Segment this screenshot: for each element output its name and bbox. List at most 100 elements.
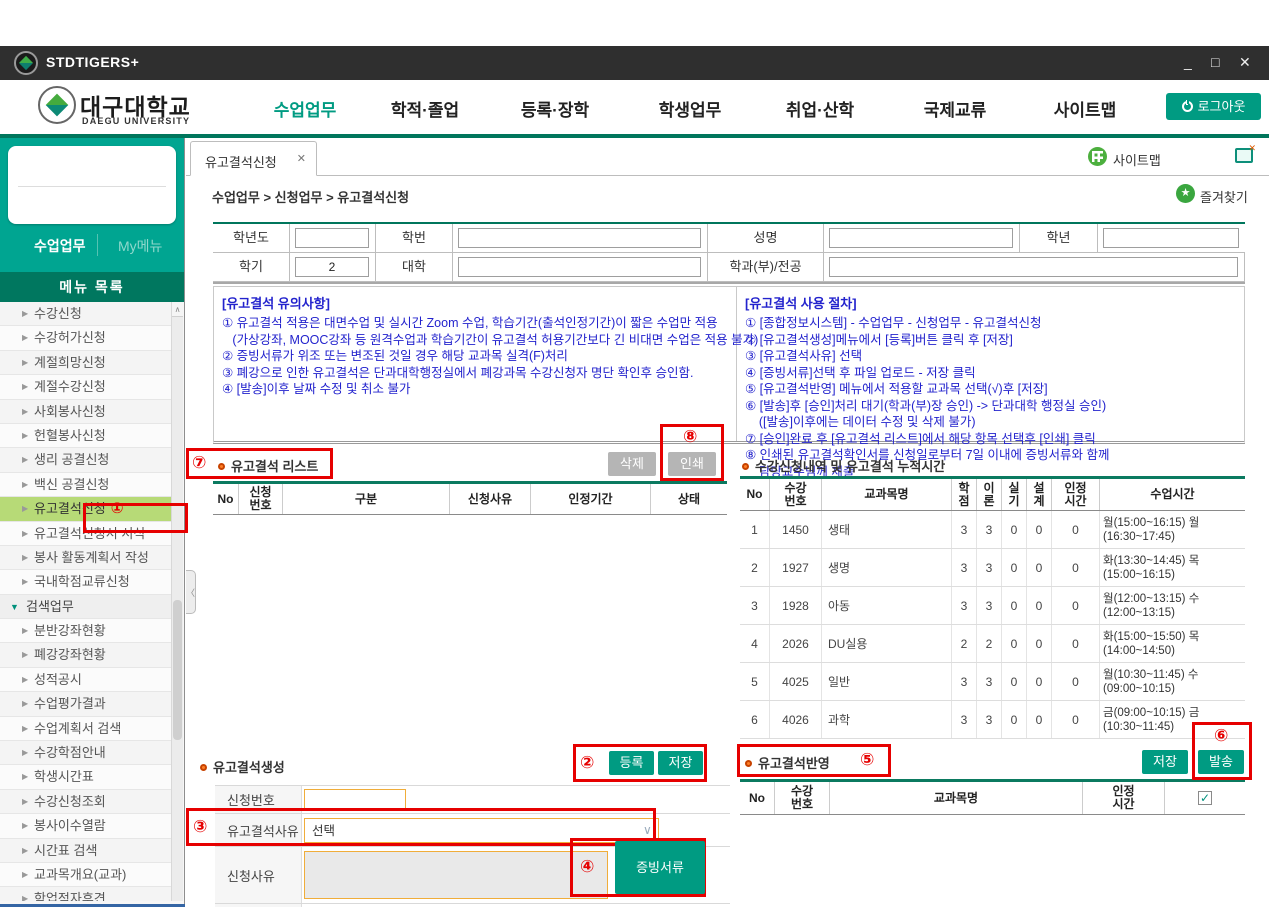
sidebar-item[interactable]: ▶유고결석신청서 서식 <box>0 522 172 546</box>
select-all-checkbox[interactable]: ✓ <box>1198 791 1212 805</box>
menu-list-header: 메뉴 목록 <box>0 272 184 302</box>
table-row[interactable]: 31928 아동 33 00 0월(12:00~13:15) 수(12:00~1… <box>740 587 1245 625</box>
sidebar-item[interactable]: ▶폐강강좌현황 <box>0 643 172 667</box>
delete-button[interactable]: 삭제 <box>608 452 656 476</box>
tab-absence-application[interactable]: 유고결석신청 ✕ <box>190 141 317 176</box>
university-logo-icon <box>38 86 76 124</box>
reflection-save-button[interactable]: 저장 <box>1142 750 1188 774</box>
annotation-5: ⑤ <box>860 750 874 770</box>
table-row[interactable]: 11450 생태 33 00 0월(15:00~16:15) 월(16:30~1… <box>740 511 1245 549</box>
arrow-icon: ▶ <box>22 326 28 350</box>
request-no-field[interactable] <box>304 789 406 810</box>
reason-type-select[interactable]: 선택 <box>304 818 659 843</box>
college-field[interactable] <box>458 257 701 277</box>
sidebar-item[interactable]: ▶수업평가결과 <box>0 692 172 716</box>
column-header: 상태 <box>651 484 727 514</box>
close-all-tabs-icon[interactable] <box>1235 148 1253 163</box>
notice-panels: [유고결석 유의사항] ① 유고결석 적용은 대면수업 및 실시간 Zoom 수… <box>213 286 1245 444</box>
logout-button[interactable]: 로그아웃 <box>1166 93 1261 120</box>
nav-records[interactable]: 학적·졸업 <box>365 96 485 121</box>
send-button[interactable]: 발송 <box>1198 750 1244 774</box>
arrow-icon: ▶ <box>22 400 28 424</box>
sidebar-tab-classes[interactable]: 수업업무 <box>34 236 86 256</box>
sidebar-item[interactable]: ▶수강학점안내 <box>0 741 172 765</box>
nav-sitemap[interactable]: 사이트맵 <box>1025 96 1145 121</box>
power-icon <box>1182 101 1193 112</box>
sidebar-item[interactable]: ▶봉사이수열람 <box>0 814 172 838</box>
sidebar-item[interactable]: ▶시간표 검색 <box>0 839 172 863</box>
attachment-button[interactable]: 증빙서류 <box>615 841 705 894</box>
field-label: 성명 <box>708 224 824 253</box>
field-label: 학년도 <box>213 224 290 253</box>
grade-field[interactable] <box>1103 228 1239 248</box>
arrow-icon: ▶ <box>22 887 28 901</box>
arrow-icon: ▶ <box>22 497 28 521</box>
sidebar-item[interactable]: ▶교과목개요(교과) <box>0 863 172 887</box>
student-id-field[interactable] <box>458 228 701 248</box>
sidebar-item[interactable]: ▶수강신청조회 <box>0 790 172 814</box>
table-row[interactable]: 64026 과학 33 00 0금(09:00~10:15) 금(10:30~1… <box>740 701 1245 739</box>
name-field[interactable] <box>829 228 1013 248</box>
sidebar-item[interactable]: ▶생리 공결신청 <box>0 448 172 472</box>
table-row[interactable]: 21927 생명 33 00 0화(13:30~14:45) 목(15:00~1… <box>740 549 1245 587</box>
sidebar-item[interactable]: ▶헌혈봉사신청 <box>0 424 172 448</box>
sidebar-item[interactable]: ▶백신 공결신청 <box>0 473 172 497</box>
column-header: 학 점 <box>952 479 977 510</box>
header: 대구대학교 DAEGU UNIVERSITY 수업업무 학적·졸업 등록·장학 … <box>0 80 1269 134</box>
sidebar-item[interactable]: ▶학업적자후견 <box>0 887 172 901</box>
sidebar-item[interactable]: ▶사회봉사신청 <box>0 400 172 424</box>
sidebar-item[interactable]: ▶수강신청 <box>0 302 172 326</box>
arrow-icon: ▶ <box>22 424 28 448</box>
bullet-icon <box>742 463 749 470</box>
nav-registration[interactable]: 등록·장학 <box>495 96 615 121</box>
minimize-button[interactable]: _ <box>1184 55 1192 69</box>
absence-list-title: 유고결석 리스트 <box>218 456 318 476</box>
close-button[interactable]: ✕ <box>1239 55 1251 69</box>
sidebar-item[interactable]: ▶성적공시 <box>0 668 172 692</box>
sitemap-label[interactable]: 사이트맵 <box>1113 150 1161 169</box>
save-button[interactable]: 저장 <box>658 751 703 775</box>
sidebar-item[interactable]: ▶분반강좌현황 <box>0 619 172 643</box>
register-button[interactable]: 등록 <box>609 751 654 775</box>
print-button[interactable]: 인쇄 <box>668 452 716 476</box>
favorite-star-icon[interactable]: ★ <box>1176 184 1195 203</box>
title-bar: STDTIGERS+ _ □ ✕ <box>0 46 1269 80</box>
sidebar-item[interactable]: ▶계절희망신청 <box>0 351 172 375</box>
sidebar-collapse-handle[interactable]: 〈 <box>186 570 196 614</box>
maximize-button[interactable]: □ <box>1211 55 1219 69</box>
reason-textarea[interactable] <box>304 851 608 899</box>
sidebar-category-search[interactable]: ▼검색업무 <box>0 595 172 619</box>
sidebar-item[interactable]: ▶수업계획서 검색 <box>0 717 172 741</box>
department-field[interactable] <box>829 257 1238 277</box>
field-label: 신청번호 <box>215 786 302 813</box>
sidebar-item[interactable]: ▶수강허가신청 <box>0 326 172 350</box>
sidebar-tab-mymenu[interactable]: My메뉴 <box>118 236 162 256</box>
field-label: 학번 <box>376 224 453 253</box>
sidebar-scrollbar[interactable]: ∧ <box>171 302 183 901</box>
table-row[interactable]: 42026 DU실용 22 00 0화(15:00~15:50) 목(14:00… <box>740 625 1245 663</box>
table-row[interactable]: 54025 일반 33 00 0월(10:30~11:45) 수(09:00~1… <box>740 663 1245 701</box>
favorite-label[interactable]: 즐겨찾기 <box>1200 187 1248 206</box>
nav-classes[interactable]: 수업업무 <box>245 96 365 121</box>
arrow-icon: ▶ <box>22 351 28 375</box>
sidebar-tab-divider <box>97 234 98 256</box>
field-label: 학기 <box>213 253 290 282</box>
sitemap-icon[interactable] <box>1088 147 1107 166</box>
sidebar-item[interactable]: ▶학생시간표 <box>0 765 172 789</box>
nav-career[interactable]: 취업·산학 <box>760 96 880 121</box>
sidebar-item[interactable]: ▶봉사 활동계획서 작성 <box>0 546 172 570</box>
sidebar-item[interactable]: ▶계절수강신청 <box>0 375 172 399</box>
column-header: 인정 시간 <box>1052 479 1100 510</box>
semester-field[interactable] <box>295 257 369 277</box>
nav-international[interactable]: 국제교류 <box>895 96 1015 121</box>
column-header: 실 기 <box>1002 479 1027 510</box>
select-all-cell: ✓ <box>1165 782 1245 814</box>
year-field[interactable] <box>295 228 369 248</box>
sidebar-item[interactable]: ▶국내학점교류신청 <box>0 570 172 594</box>
nav-student-affairs[interactable]: 학생업무 <box>630 96 750 121</box>
scroll-up-icon[interactable]: ∧ <box>172 302 183 317</box>
app-logo-icon <box>14 51 38 75</box>
tab-close-icon[interactable]: ✕ <box>297 152 306 165</box>
scrollbar-thumb[interactable] <box>173 600 182 740</box>
sidebar-item-absence-application[interactable]: ▶유고결석신청① <box>0 497 172 521</box>
